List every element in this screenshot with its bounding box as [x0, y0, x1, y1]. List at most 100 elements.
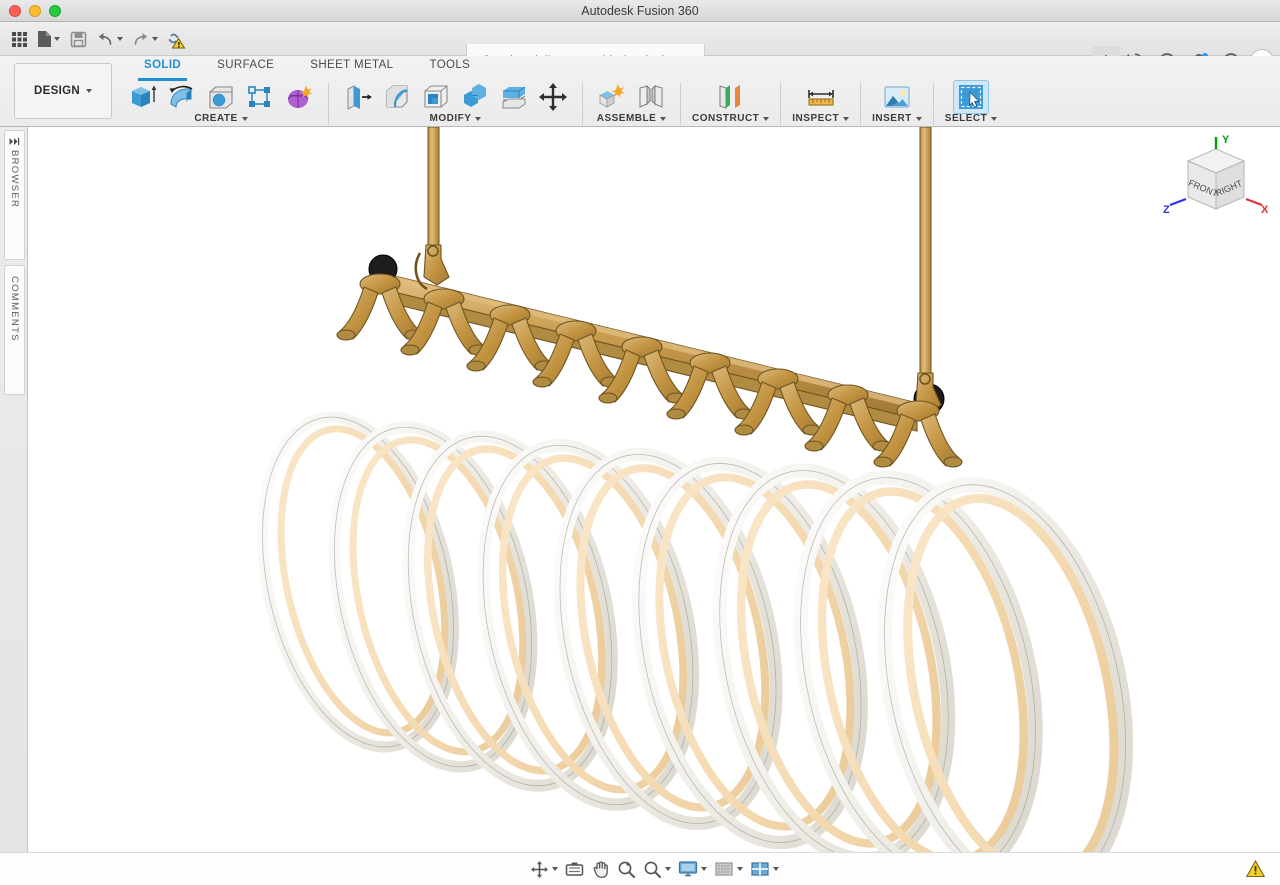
- ribbon-tab-list: SOLID SURFACE SHEET METAL TOOLS: [126, 56, 488, 78]
- view-navigation-bar: [28, 852, 1280, 885]
- chevron-down-icon[interactable]: [242, 117, 248, 121]
- pattern-tool[interactable]: [242, 80, 278, 114]
- look-at-button[interactable]: [562, 857, 587, 881]
- tab-sheet-metal[interactable]: SHEET METAL: [292, 56, 411, 78]
- chevron-down-icon[interactable]: [660, 117, 666, 121]
- ribbon-group-construct-label: CONSTRUCT: [692, 113, 769, 124]
- combine-icon: [460, 82, 490, 112]
- ribbon-group-inspect-label: INSPECT: [792, 113, 849, 124]
- visual-style-icon: [714, 860, 734, 878]
- tab-surface[interactable]: SURFACE: [199, 56, 292, 78]
- chevron-down-icon[interactable]: [773, 867, 779, 871]
- ribbon-group-construct: CONSTRUCT: [687, 80, 774, 124]
- ribbon-divider: [780, 83, 781, 125]
- chevron-down-icon[interactable]: [737, 867, 743, 871]
- orbit-icon: [530, 860, 549, 879]
- select-cursor-icon: [957, 83, 985, 111]
- zoom-button[interactable]: [614, 857, 639, 881]
- construct-plane-tool[interactable]: [713, 80, 749, 114]
- ribbon-group-create-label: CREATE: [194, 113, 247, 124]
- chevron-down-icon[interactable]: [916, 117, 922, 121]
- measure-ruler-icon: [805, 82, 837, 112]
- new-component-icon: [597, 82, 627, 112]
- press-pull-icon: [343, 82, 373, 112]
- chevron-down-icon[interactable]: [475, 117, 481, 121]
- split-body-tool[interactable]: [496, 80, 532, 114]
- viewports-grid-icon: [750, 860, 770, 878]
- look-at-icon: [565, 861, 584, 878]
- combine-tool[interactable]: [457, 80, 493, 114]
- chandelier-model[interactable]: [28, 127, 1280, 852]
- press-pull-tool[interactable]: [340, 80, 376, 114]
- viewport-canvas[interactable]: FRONT RIGHT Y X Z: [28, 127, 1280, 852]
- ribbon-group-modify: MODIFY: [335, 80, 576, 124]
- axis-z-label: Z: [1163, 204, 1170, 216]
- ribbon-divider: [328, 83, 329, 125]
- chevron-down-icon[interactable]: [701, 867, 707, 871]
- ring-9: [847, 461, 1163, 852]
- ribbon-group-create: CREATE: [120, 80, 322, 124]
- chevron-down-icon[interactable]: [763, 117, 769, 121]
- window-title-bar: Autodesk Fusion 360: [0, 0, 1280, 22]
- axis-x-label: X: [1261, 204, 1269, 216]
- orbit-button[interactable]: [527, 857, 561, 881]
- chevron-down-icon[interactable]: [991, 117, 997, 121]
- window-title: Autodesk Fusion 360: [0, 0, 1280, 22]
- grid-snaps-button[interactable]: [747, 857, 782, 881]
- extrude-tool[interactable]: [125, 80, 161, 114]
- axis-y-label: Y: [1222, 135, 1230, 146]
- new-component-tool[interactable]: [594, 80, 630, 114]
- fillet-tool[interactable]: [379, 80, 415, 114]
- pattern-icon: [245, 82, 275, 112]
- sidebar-item-browser[interactable]: BROWSER: [4, 130, 25, 260]
- warning-triangle-icon: [1246, 860, 1265, 878]
- ribbon-group-select-label: SELECT: [945, 113, 997, 124]
- image-icon: [882, 82, 912, 112]
- chevron-down-icon[interactable]: [552, 867, 558, 871]
- axis-x-line: [1246, 199, 1262, 205]
- chevron-down-icon[interactable]: [665, 867, 671, 871]
- revolve-tool[interactable]: [164, 80, 200, 114]
- pan-button[interactable]: [588, 857, 613, 881]
- move-arrows-icon: [537, 81, 569, 113]
- select-tool[interactable]: [953, 80, 989, 114]
- visual-style-button[interactable]: [711, 857, 746, 881]
- navbar-left-pad: [0, 852, 28, 885]
- workspace-switcher-button[interactable]: DESIGN: [14, 63, 112, 119]
- offset-plane-icon: [714, 82, 748, 112]
- form-icon: [284, 82, 314, 112]
- create-form-tool[interactable]: [281, 80, 317, 114]
- display-monitor-icon: [678, 860, 698, 878]
- sidebar-item-comments[interactable]: COMMENTS: [4, 265, 25, 395]
- ribbon-group-insert-label: INSERT: [872, 113, 922, 124]
- rod-yoke-left: [416, 245, 449, 289]
- ribbon-divider: [680, 83, 681, 125]
- tab-tools[interactable]: TOOLS: [411, 56, 488, 78]
- zoom-window-button[interactable]: [640, 857, 674, 881]
- insert-image-tool[interactable]: [879, 80, 915, 114]
- ribbon-group-insert: INSERT: [867, 80, 927, 124]
- warning-indicator[interactable]: [1244, 858, 1266, 880]
- ribbon-toolbar: DESIGN SOLID SURFACE SHEET METAL TOOLS: [0, 56, 1280, 127]
- shell-tool[interactable]: [418, 80, 454, 114]
- double-chevron-right-icon: [9, 137, 20, 146]
- chevron-down-icon: [54, 37, 60, 41]
- measure-tool[interactable]: [803, 80, 839, 114]
- move-copy-tool[interactable]: [535, 80, 571, 114]
- view-cube[interactable]: FRONT RIGHT Y X Z: [1162, 135, 1270, 235]
- chevron-down-icon[interactable]: [843, 117, 849, 121]
- zoom-in-icon: [617, 860, 636, 879]
- split-icon: [499, 82, 529, 112]
- hole-tool[interactable]: [203, 80, 239, 114]
- display-settings-button[interactable]: [675, 857, 710, 881]
- joint-tool[interactable]: [633, 80, 669, 114]
- chevron-down-icon: [86, 89, 92, 93]
- ribbon-divider: [582, 83, 583, 125]
- joint-icon: [636, 82, 666, 112]
- ribbon-group-modify-label: MODIFY: [430, 113, 482, 124]
- ribbon-divider: [860, 83, 861, 125]
- tab-solid[interactable]: SOLID: [126, 56, 199, 78]
- shell-icon: [421, 82, 451, 112]
- application-bar: Chandelier Assembly (9 Ring) v70 × +: [0, 22, 1280, 56]
- ribbon-group-inspect: INSPECT: [787, 80, 854, 124]
